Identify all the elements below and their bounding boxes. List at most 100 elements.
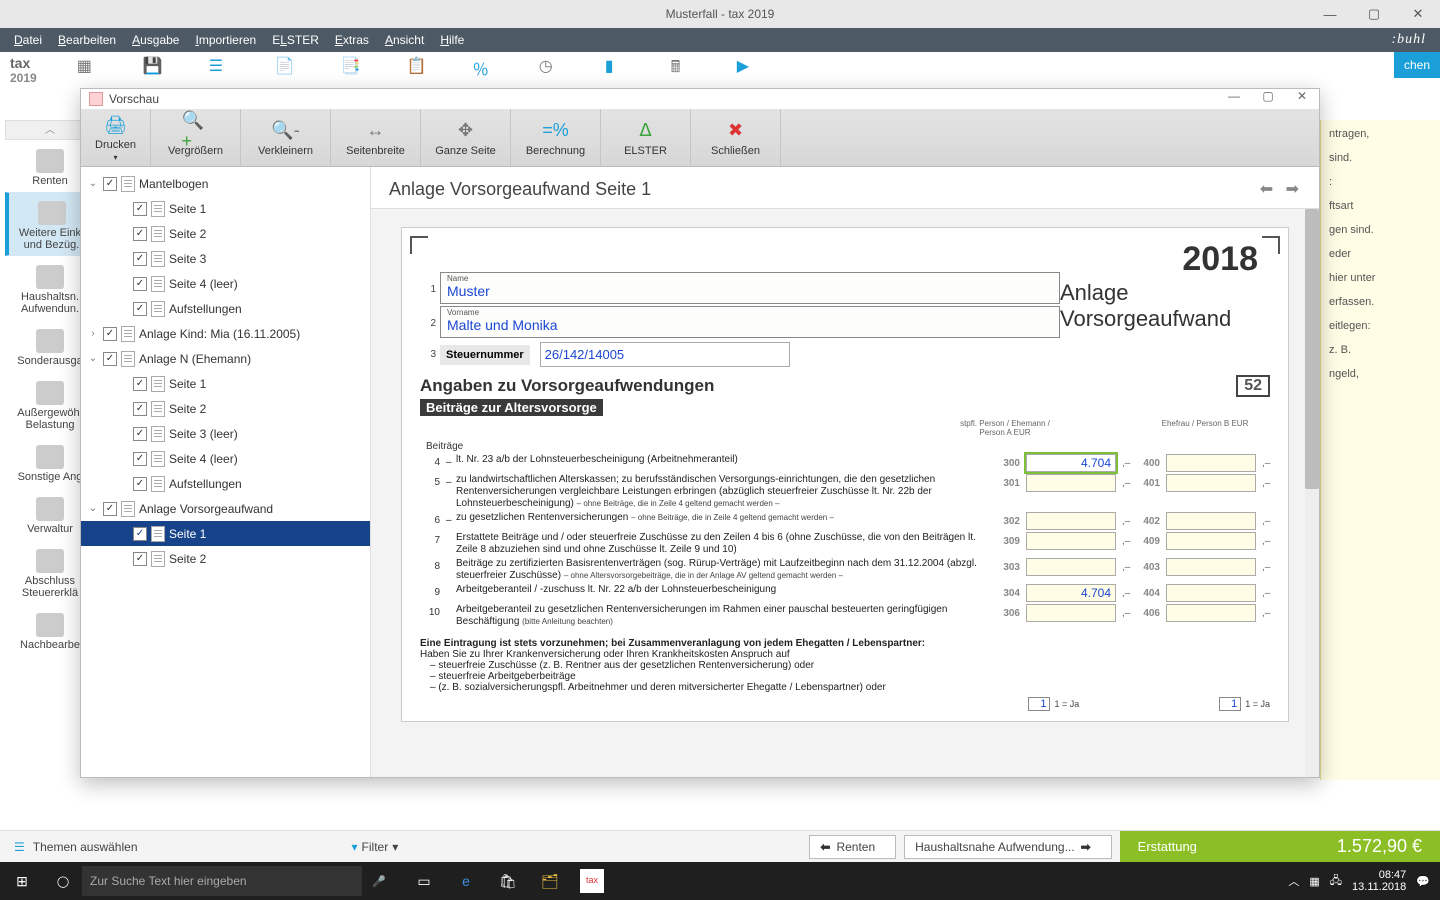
explorer-icon[interactable]: 🗂 <box>538 869 562 893</box>
tree-row[interactable]: ⌄✓Anlage Vorsorgeaufwand <box>81 496 370 521</box>
task-view-icon[interactable]: ▭ <box>412 869 436 893</box>
menu-datei[interactable]: Datei <box>6 33 50 47</box>
tree-row[interactable]: ✓Seite 1 <box>81 371 370 396</box>
toolbar-icon-play[interactable]: ▶ <box>737 56 763 78</box>
checkbox-icon[interactable]: ✓ <box>133 202 147 216</box>
checkbox-icon[interactable]: ✓ <box>133 402 147 416</box>
taskbar-search[interactable]: Zur Suche Text hier eingeben <box>82 866 362 896</box>
ptb-page-width[interactable]: ↔Seitenbreite <box>331 109 421 166</box>
tray-network-icon[interactable]: 🖧 <box>1330 872 1342 891</box>
close-button[interactable]: ✕ <box>1396 0 1440 28</box>
amount-cell-a <box>1026 512 1116 530</box>
toolbar-icon-doc[interactable]: 📄 <box>275 56 301 78</box>
preview-close[interactable]: ✕ <box>1285 89 1319 109</box>
tree-row[interactable]: ✓Seite 2 <box>81 396 370 421</box>
toolbar-icon-1[interactable]: ▦ <box>77 56 103 78</box>
page-icon <box>151 301 165 317</box>
form-line: 7Erstattete Beiträge und / oder steuerfr… <box>420 532 1270 556</box>
tree-row[interactable]: ✓Seite 3 <box>81 246 370 271</box>
preview-minimize[interactable]: — <box>1217 89 1251 109</box>
checkbox-icon[interactable]: ✓ <box>103 352 117 366</box>
checkbox-icon[interactable]: ✓ <box>103 177 117 191</box>
edge-icon[interactable]: e <box>454 869 478 893</box>
cortana-icon[interactable]: ◯ <box>44 875 82 888</box>
toolbar-icon-list[interactable]: ☰ <box>209 56 235 78</box>
menu-hilfe[interactable]: Hilfe <box>432 33 472 47</box>
tax-app-icon[interactable]: tax <box>580 869 604 893</box>
document-scrollbar[interactable] <box>1305 209 1319 777</box>
toolbar-icon-bar[interactable]: ▮ <box>605 56 631 78</box>
ptb-full-page[interactable]: ✥Ganze Seite <box>421 109 511 166</box>
document-scroll[interactable]: 2018 1 Name Muster 2 <box>371 209 1319 777</box>
page-icon <box>151 401 165 417</box>
checkbox-icon[interactable]: ✓ <box>133 227 147 241</box>
checkbox-icon[interactable]: ✓ <box>133 477 147 491</box>
ptb-zoom-out[interactable]: 🔍-Verkleinern <box>241 109 331 166</box>
toolbar-icon-save[interactable]: 💾 <box>143 56 169 78</box>
tree-row[interactable]: ✓Aufstellungen <box>81 296 370 321</box>
ptb-close[interactable]: ✖Schließen <box>691 109 781 166</box>
tray-chevron-icon[interactable]: ︿ <box>1288 873 1299 889</box>
checkbox-icon[interactable]: ✓ <box>133 377 147 391</box>
menu-extras[interactable]: Extras <box>327 33 377 47</box>
checkbox-icon[interactable]: ✓ <box>103 327 117 341</box>
tree-row[interactable]: ✓Seite 1 <box>81 196 370 221</box>
tree-label: Anlage Vorsorgeaufwand <box>139 502 273 516</box>
tray-app-icon[interactable]: ▦ <box>1309 875 1319 888</box>
tree-row[interactable]: ⌄✓Mantelbogen <box>81 171 370 196</box>
checkbox-icon[interactable]: ✓ <box>133 252 147 266</box>
mic-icon[interactable]: 🎤 <box>362 875 396 888</box>
ptb-elster[interactable]: ⵠELSTER <box>601 109 691 166</box>
checkbox-icon[interactable]: ✓ <box>133 302 147 316</box>
menu-bearbeiten[interactable]: Bearbeiten <box>50 33 124 47</box>
ptb-print[interactable]: 🖨Drucken▾ <box>81 109 151 166</box>
menu-ausgabe[interactable]: Ausgabe <box>124 33 187 47</box>
checkbox-icon[interactable]: ✓ <box>103 502 117 516</box>
tray-clock[interactable]: 08:47 13.11.2018 <box>1352 869 1406 893</box>
form-line: 5–zu landwirtschaftlichen Alterskassen; … <box>420 474 1270 510</box>
toolbar-icon-calc[interactable]: 🖩 <box>671 56 697 78</box>
tree-row[interactable]: ✓Seite 4 (leer) <box>81 446 370 471</box>
nav-forward-button[interactable]: Haushaltsnahe Aufwendung...➡ <box>904 835 1112 859</box>
menu-ansicht[interactable]: Ansicht <box>377 33 432 47</box>
preview-tree[interactable]: ⌄✓Mantelbogen✓Seite 1✓Seite 2✓Seite 3✓Se… <box>81 167 371 777</box>
tray-notifications-icon[interactable]: 💬 <box>1416 875 1430 888</box>
tree-row[interactable]: ›✓Anlage Kind: Mia (16.11.2005) <box>81 321 370 346</box>
toolbar-icon-percent[interactable]: ％ <box>473 56 499 78</box>
calc-icon: =% <box>542 119 570 143</box>
tree-row[interactable]: ✓ Seite 3 (leer) <box>81 421 370 446</box>
ptb-zoom-in[interactable]: 🔍+Vergrößern <box>151 109 241 166</box>
amount-cell-a <box>1026 474 1116 492</box>
toolbar-icon-gauge[interactable]: ◷ <box>539 56 565 78</box>
checkbox-icon[interactable]: ✓ <box>133 452 147 466</box>
menu-elster[interactable]: ELSTER <box>264 33 327 47</box>
subsection-title: Beiträge zur Altersvorsorge <box>420 399 603 416</box>
themes-button[interactable]: ☰ Themen auswählen <box>0 840 152 854</box>
store-icon[interactable]: 🛍 <box>496 869 520 893</box>
checkbox-icon[interactable]: ✓ <box>133 277 147 291</box>
toolbar-icon-form[interactable]: 📑 <box>341 56 367 78</box>
toolbar-icon-check[interactable]: 📋 <box>407 56 433 78</box>
checkbox-icon[interactable]: ✓ <box>133 552 147 566</box>
tree-row[interactable]: ✓Aufstellungen <box>81 471 370 496</box>
tree-row[interactable]: ✓Seite 2 <box>81 546 370 571</box>
start-button[interactable]: ⊞ <box>0 873 44 890</box>
tree-label: Seite 3 (leer) <box>169 427 238 441</box>
checkbox-icon[interactable]: ✓ <box>133 427 147 441</box>
doc-nav-arrows[interactable]: ⬅ ➡ <box>1260 179 1303 199</box>
tree-row[interactable]: ✓Seite 4 (leer) <box>81 271 370 296</box>
tree-row[interactable]: ✓Seite 1 <box>81 521 370 546</box>
amount-cell-a <box>1026 558 1116 576</box>
menu-importieren[interactable]: Importieren <box>187 33 264 47</box>
toolbar-search-button[interactable]: chen <box>1394 52 1440 78</box>
ptb-calc[interactable]: =%Berechnung <box>511 109 601 166</box>
preview-maximize[interactable]: ▢ <box>1251 89 1285 109</box>
minimize-button[interactable]: — <box>1308 0 1352 28</box>
filter-button[interactable]: ▾ Filter ▾ <box>352 840 399 854</box>
checkbox-icon[interactable]: ✓ <box>133 527 147 541</box>
maximize-button[interactable]: ▢ <box>1352 0 1396 28</box>
preview-title-text: Vorschau <box>109 92 159 106</box>
nav-back-button[interactable]: ⬅Renten <box>809 835 896 859</box>
tree-row[interactable]: ⌄✓Anlage N (Ehemann) <box>81 346 370 371</box>
tree-row[interactable]: ✓Seite 2 <box>81 221 370 246</box>
